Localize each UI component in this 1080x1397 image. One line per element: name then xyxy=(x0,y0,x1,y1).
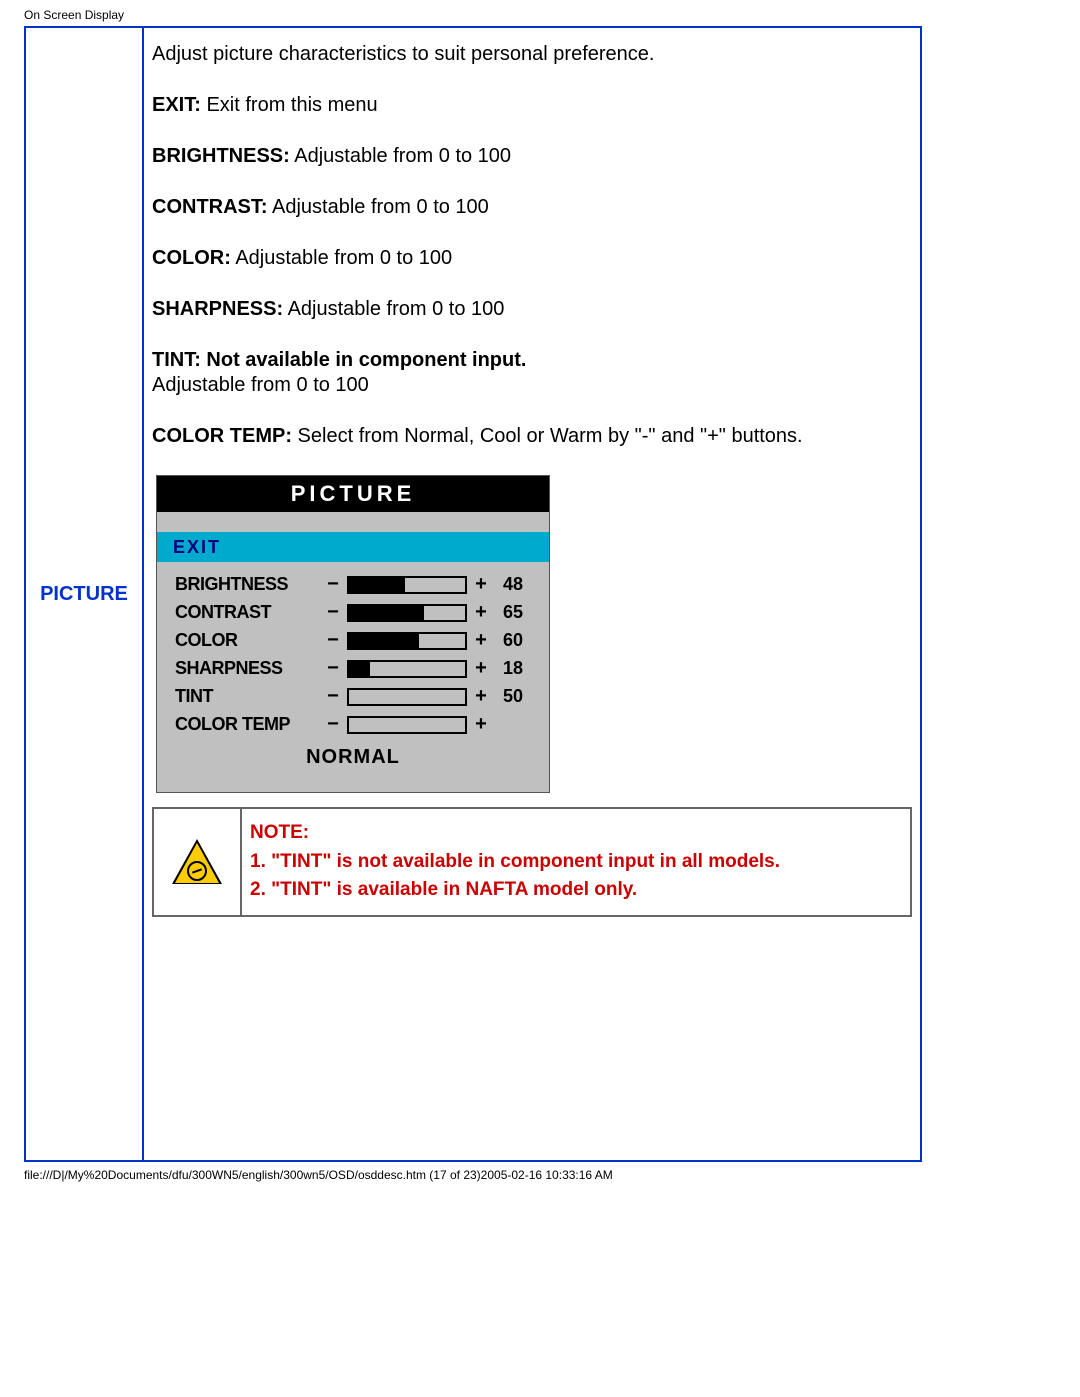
osd-slider-fill xyxy=(349,662,370,676)
note-line1: 1. "TINT" is not available in component … xyxy=(250,848,902,877)
intro-text: Adjust picture characteristics to suit p… xyxy=(152,42,912,67)
osd-row-colortemp[interactable]: COLOR TEMP − + xyxy=(175,712,531,737)
osd-slider[interactable] xyxy=(347,632,467,650)
item-desc: Select from Normal, Cool or Warm by "-" … xyxy=(292,425,803,447)
osd-slider-fill xyxy=(349,578,405,592)
osd-row-contrast[interactable]: CONTRAST − + 65 xyxy=(175,600,531,625)
note-text-cell: NOTE: 1. "TINT" is not available in comp… xyxy=(241,808,911,916)
osd-slider[interactable] xyxy=(347,604,467,622)
osd-panel: PICTURE EXIT BRIGHTNESS − + 48 CONTRAST … xyxy=(156,475,550,793)
osd-spacer xyxy=(157,512,549,532)
section-label-cell: PICTURE xyxy=(25,27,143,1161)
osd-row-tint[interactable]: TINT − + 50 xyxy=(175,684,531,709)
item-color: COLOR: Adjustable from 0 to 100 xyxy=(152,246,912,271)
osd-row-brightness[interactable]: BRIGHTNESS − + 48 xyxy=(175,572,531,597)
osd-slider[interactable] xyxy=(347,660,467,678)
osd-label: TINT xyxy=(175,685,325,708)
item-colortemp: COLOR TEMP: Select from Normal, Cool or … xyxy=(152,424,912,449)
osd-slider[interactable] xyxy=(347,688,467,706)
item-label: TINT: Not available in component input. xyxy=(152,349,526,371)
osd-body: BRIGHTNESS − + 48 CONTRAST − + 65 xyxy=(157,562,549,792)
osd-row-color[interactable]: COLOR − + 60 xyxy=(175,628,531,653)
minus-icon[interactable]: − xyxy=(325,712,341,737)
item-sharpness: SHARPNESS: Adjustable from 0 to 100 xyxy=(152,297,912,322)
item-desc: Adjustable from 0 to 100 xyxy=(231,247,452,269)
osd-label: COLOR TEMP xyxy=(175,713,325,736)
note-line2: 2. "TINT" is available in NAFTA model on… xyxy=(250,876,902,905)
item-label: EXIT: xyxy=(152,94,201,116)
osd-slider-fill xyxy=(349,606,424,620)
item-contrast: CONTRAST: Adjustable from 0 to 100 xyxy=(152,195,912,220)
item-label: COLOR TEMP: xyxy=(152,425,292,447)
item-desc: Adjustable from 0 to 100 xyxy=(283,298,504,320)
osd-exit-row[interactable]: EXIT xyxy=(157,532,549,563)
osd-label: COLOR xyxy=(175,629,325,652)
item-label: SHARPNESS: xyxy=(152,298,283,320)
item-brightness: BRIGHTNESS: Adjustable from 0 to 100 xyxy=(152,144,912,169)
plus-icon[interactable]: + xyxy=(473,656,489,681)
minus-icon[interactable]: − xyxy=(325,628,341,653)
page-header: On Screen Display xyxy=(0,0,1080,26)
bottom-spacer xyxy=(152,917,912,997)
osd-value: 65 xyxy=(493,601,523,624)
plus-icon[interactable]: + xyxy=(473,600,489,625)
item-label: CONTRAST: xyxy=(152,196,268,218)
osd-slider-fill xyxy=(349,634,419,648)
warning-icon xyxy=(172,839,222,884)
osd-value: 48 xyxy=(493,573,523,596)
osd-label: CONTRAST xyxy=(175,601,325,624)
section-label: PICTURE xyxy=(40,583,128,605)
minus-icon[interactable]: − xyxy=(325,656,341,681)
item-exit: EXIT: Exit from this menu xyxy=(152,93,912,118)
note-table: NOTE: 1. "TINT" is not available in comp… xyxy=(152,807,912,917)
minus-icon[interactable]: − xyxy=(325,600,341,625)
note-icon-cell xyxy=(153,808,241,916)
content-cell: Adjust picture characteristics to suit p… xyxy=(143,27,921,1161)
item-desc: Exit from this menu xyxy=(201,94,378,116)
minus-icon[interactable]: − xyxy=(325,572,341,597)
content-table: PICTURE Adjust picture characteristics t… xyxy=(24,26,922,1162)
item-desc: Adjustable from 0 to 100 xyxy=(268,196,489,218)
osd-slider[interactable] xyxy=(347,576,467,594)
plus-icon[interactable]: + xyxy=(473,712,489,737)
item-label: COLOR: xyxy=(152,247,231,269)
minus-icon[interactable]: − xyxy=(325,684,341,709)
osd-value: 60 xyxy=(493,629,523,652)
item-desc: Adjustable from 0 to 100 xyxy=(152,374,369,396)
osd-label: BRIGHTNESS xyxy=(175,573,325,596)
item-tint: TINT: Not available in component input. A… xyxy=(152,348,912,398)
page-footer: file:///D|/My%20Documents/dfu/300WN5/eng… xyxy=(0,1162,1080,1188)
osd-footer-value: NORMAL xyxy=(175,745,531,770)
note-title: NOTE: xyxy=(250,819,902,848)
plus-icon[interactable]: + xyxy=(473,684,489,709)
osd-value: 18 xyxy=(493,657,523,680)
osd-label: SHARPNESS xyxy=(175,657,325,680)
osd-row-sharpness[interactable]: SHARPNESS − + 18 xyxy=(175,656,531,681)
item-desc: Adjustable from 0 to 100 xyxy=(290,145,511,167)
osd-title: PICTURE xyxy=(157,476,549,512)
plus-icon[interactable]: + xyxy=(473,572,489,597)
description-block: Adjust picture characteristics to suit p… xyxy=(152,42,912,449)
plus-icon[interactable]: + xyxy=(473,628,489,653)
osd-slider[interactable] xyxy=(347,716,467,734)
item-label: BRIGHTNESS: xyxy=(152,145,290,167)
osd-value: 50 xyxy=(493,685,523,708)
